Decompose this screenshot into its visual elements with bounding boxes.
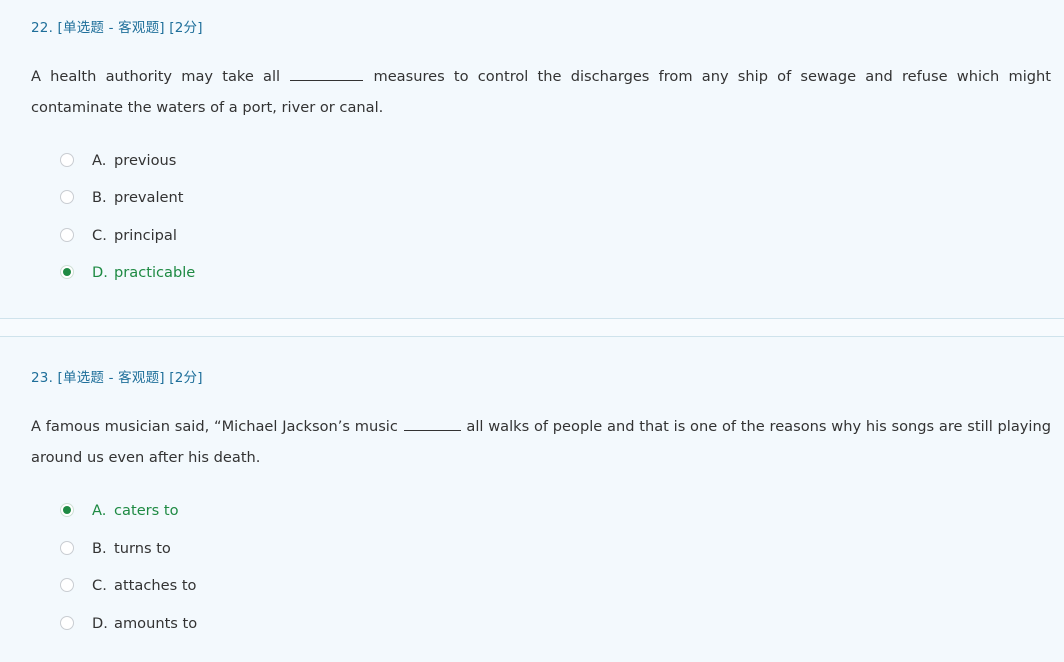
option-text: previous (114, 151, 177, 169)
radio-button[interactable] (60, 616, 74, 630)
question-text-before: A famous musician said, “Michael Jackson… (31, 418, 403, 435)
question-header: 23. [单选题 - 客观题] [2分] (31, 370, 203, 386)
radio-button[interactable] (60, 541, 74, 555)
option-b[interactable]: B. prevalent (60, 185, 184, 209)
option-a[interactable]: A. caters to (60, 498, 179, 522)
radio-button[interactable] (60, 228, 74, 242)
option-letter: A. (92, 151, 107, 169)
option-d[interactable]: D. practicable (60, 260, 195, 284)
option-d[interactable]: D. amounts to (60, 611, 197, 635)
option-letter: C. (92, 226, 107, 244)
radio-button[interactable] (60, 190, 74, 204)
option-letter: B. (92, 188, 107, 206)
option-b[interactable]: B. turns to (60, 536, 171, 560)
option-letter: C. (92, 576, 107, 594)
option-letter: A. (92, 501, 107, 519)
option-text: turns to (114, 539, 171, 557)
question-23: 23. [单选题 - 客观题] [2分] A famous musician s… (0, 337, 1064, 662)
option-text: prevalent (114, 188, 184, 206)
question-text: A health authority may take all measures… (31, 61, 1051, 123)
radio-button[interactable] (60, 153, 74, 167)
option-text: principal (114, 226, 177, 244)
question-header: 22. [单选题 - 客观题] [2分] (31, 20, 203, 36)
option-a[interactable]: A. previous (60, 148, 176, 172)
option-c[interactable]: C. principal (60, 223, 177, 247)
answer-blank (290, 65, 364, 81)
option-letter: B. (92, 539, 107, 557)
radio-button-checked[interactable] (60, 503, 74, 517)
option-text: practicable (114, 263, 196, 281)
answer-blank (403, 415, 461, 431)
option-c[interactable]: C. attaches to (60, 573, 196, 597)
question-text-before: A health authority may take all (31, 68, 290, 85)
option-text: caters to (114, 501, 179, 519)
radio-button-checked[interactable] (60, 265, 74, 279)
radio-button[interactable] (60, 578, 74, 592)
question-text: A famous musician said, “Michael Jackson… (31, 411, 1051, 473)
option-text: attaches to (114, 576, 197, 594)
option-text: amounts to (114, 614, 198, 632)
option-letter: D. (92, 263, 108, 281)
option-letter: D. (92, 614, 108, 632)
question-divider (0, 318, 1064, 337)
question-22: 22. [单选题 - 客观题] [2分] A health authority … (0, 0, 1064, 318)
